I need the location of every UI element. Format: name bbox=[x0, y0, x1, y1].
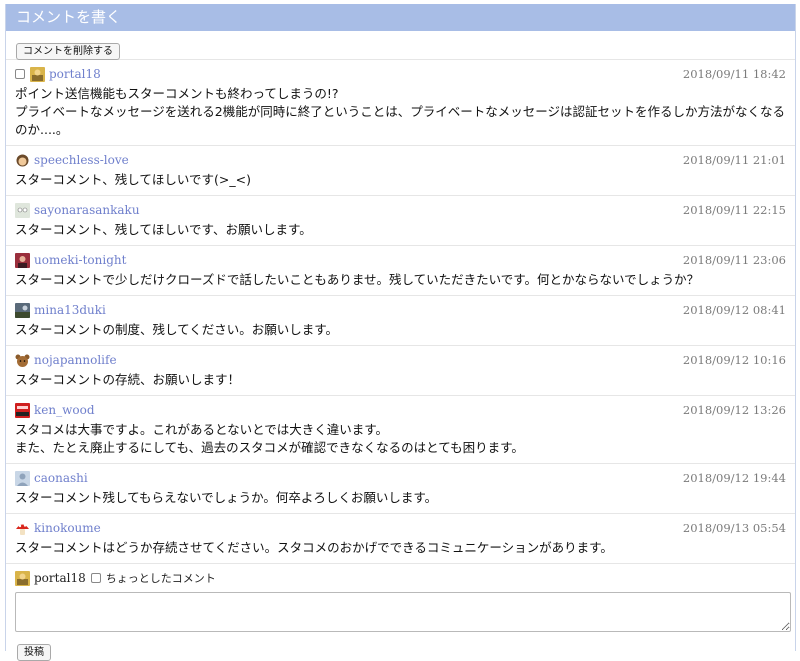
comment-date: 2018/09/12 08:41 bbox=[682, 303, 786, 317]
comment-date: 2018/09/12 19:44 bbox=[682, 471, 786, 485]
uomeki-tonight-avatar-icon[interactable] bbox=[15, 252, 30, 268]
comment-text: スターコメントの存続、お願いします！ bbox=[15, 372, 241, 387]
comment-text: スタコメは大事ですよ。これがあるとないとでは大きく違います。 また、たとえ廃止す… bbox=[15, 422, 524, 455]
comment-username[interactable]: portal18 bbox=[49, 67, 101, 81]
comment-username[interactable]: kinokoume bbox=[34, 521, 101, 535]
comment-text: スターコメントで少しだけクローズドで話したいこともありませ。残していただきたいで… bbox=[15, 272, 700, 287]
comment-text: スターコメントの制度、残してください。お願いします。 bbox=[15, 322, 339, 337]
comment-text: スターコメント、残してほしいです、お願いします。 bbox=[15, 222, 312, 237]
comment-date: 2018/09/11 23:06 bbox=[682, 253, 786, 267]
comment-date: 2018/09/11 21:01 bbox=[682, 153, 786, 167]
comment-date: 2018/09/11 22:15 bbox=[682, 203, 786, 217]
compose-head: portal18 ちょっとしたコメント bbox=[15, 570, 786, 586]
compose-username: portal18 bbox=[34, 571, 86, 585]
comment-head: speechless-love bbox=[15, 152, 786, 168]
comment-item: sayonarasankaku 2018/09/11 22:15 スターコメント… bbox=[6, 196, 795, 246]
comment-textarea[interactable] bbox=[15, 592, 791, 632]
comment-text: スターコメント残してもらえないでしょうか。何卒よろしくお願いします。 bbox=[15, 490, 438, 505]
comment-date: 2018/09/13 05:54 bbox=[682, 521, 786, 535]
comment-head: nojapannolife bbox=[15, 352, 786, 368]
kinokoume-avatar-icon[interactable] bbox=[15, 520, 30, 536]
portal18-avatar-icon[interactable] bbox=[30, 66, 45, 82]
comment-head: mina13duki bbox=[15, 302, 786, 318]
comment-date: 2018/09/12 10:16 bbox=[682, 353, 786, 367]
delete-row: コメントを削除する bbox=[6, 31, 795, 60]
comment-item: nojapannolife 2018/09/12 10:16 スターコメントの存… bbox=[6, 346, 795, 396]
comment-head: caonashi bbox=[15, 470, 786, 486]
comment-username[interactable]: ken_wood bbox=[34, 403, 95, 417]
comment-username[interactable]: mina13duki bbox=[34, 303, 106, 317]
comment-text: スターコメントはどうか存続させてください。スタコメのおかげでできるコミュニケーシ… bbox=[15, 540, 613, 555]
delete-comment-button[interactable]: コメントを削除する bbox=[16, 43, 120, 60]
comment-item: portal18 2018/09/11 18:42 ポイント送信機能もスターコメ… bbox=[6, 60, 795, 146]
comment-head: ken_wood bbox=[15, 402, 786, 418]
comment-username[interactable]: speechless-love bbox=[34, 153, 129, 167]
comment-username[interactable]: uomeki-tonight bbox=[34, 253, 126, 267]
comment-item: ken_wood 2018/09/12 13:26 スタコメは大事ですよ。これが… bbox=[6, 396, 795, 464]
portal18-avatar-icon bbox=[15, 570, 30, 586]
comment-head: uomeki-tonight bbox=[15, 252, 786, 268]
comment-username[interactable]: sayonarasankaku bbox=[34, 203, 140, 217]
comment-head: sayonarasankaku bbox=[15, 202, 786, 218]
panel-title: コメントを書く bbox=[6, 4, 795, 31]
comment-username[interactable]: caonashi bbox=[34, 471, 88, 485]
comment-item: mina13duki 2018/09/12 08:41 スターコメントの制度、残… bbox=[6, 296, 795, 346]
nojapannolife-avatar-icon[interactable] bbox=[15, 352, 30, 368]
compose-area: portal18 ちょっとしたコメント 投稿 bbox=[6, 564, 795, 661]
sayonarasankaku-avatar-icon[interactable] bbox=[15, 202, 30, 218]
post-button[interactable]: 投稿 bbox=[17, 644, 51, 661]
comment-date: 2018/09/11 18:42 bbox=[682, 67, 786, 81]
comment-panel: コメントを書く コメントを削除する portal18 2018/09/11 18… bbox=[5, 4, 796, 661]
mina13duki-avatar-icon[interactable] bbox=[15, 302, 30, 318]
comment-item: uomeki-tonight 2018/09/11 23:06 スターコメントで… bbox=[6, 246, 795, 296]
comment-item: caonashi 2018/09/12 19:44 スターコメント残してもらえな… bbox=[6, 464, 795, 514]
comment-item: speechless-love 2018/09/11 21:01 スターコメント… bbox=[6, 146, 795, 196]
ken_wood-avatar-icon[interactable] bbox=[15, 402, 30, 418]
comment-username[interactable]: nojapannolife bbox=[34, 353, 117, 367]
comment-item: kinokoume 2018/09/13 05:54 スターコメントはどうか存続… bbox=[6, 514, 795, 564]
comment-date: 2018/09/12 13:26 bbox=[682, 403, 786, 417]
casual-comment-label[interactable]: ちょっとしたコメント bbox=[106, 570, 216, 586]
casual-comment-checkbox[interactable] bbox=[90, 573, 101, 583]
comment-text: ポイント送信機能もスターコメントも終わってしまうの!? プライベートなメッセージ… bbox=[15, 86, 785, 137]
comment-text: スターコメント、残してほしいです(>_<) bbox=[15, 172, 251, 187]
caonashi-avatar-icon[interactable] bbox=[15, 470, 30, 486]
select-comment-checkbox[interactable] bbox=[15, 69, 25, 79]
speechless-love-avatar-icon[interactable] bbox=[15, 152, 30, 168]
comment-head: kinokoume bbox=[15, 520, 786, 536]
comment-head: portal18 bbox=[15, 66, 786, 82]
